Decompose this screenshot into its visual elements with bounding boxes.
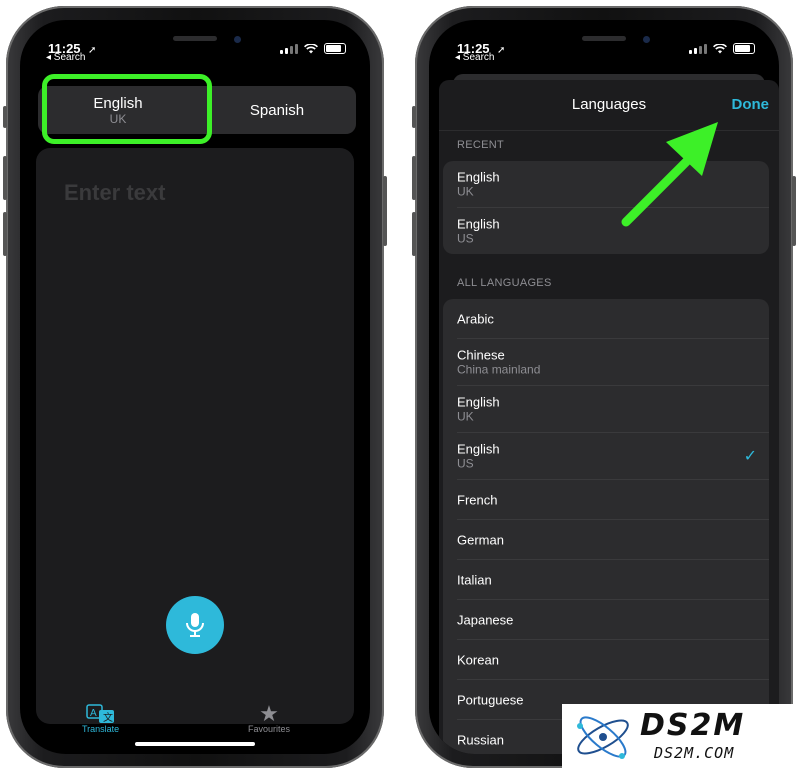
sheet-header: Languages Done bbox=[439, 80, 779, 131]
language-row[interactable]: Arabic bbox=[457, 299, 769, 339]
tab-favourites-label: Favourites bbox=[248, 724, 291, 734]
language-name: Italian bbox=[457, 572, 492, 587]
power-button bbox=[792, 176, 796, 246]
language-name: French bbox=[457, 492, 498, 507]
done-button[interactable]: Done bbox=[732, 96, 770, 113]
language-row[interactable]: Chinese China mainland bbox=[457, 339, 769, 386]
sheet-title: Languages bbox=[571, 96, 647, 113]
volume-up-button bbox=[3, 156, 7, 200]
location-arrow-icon: ➚ bbox=[497, 45, 506, 56]
star-icon: ★ bbox=[259, 701, 279, 726]
tab-translate[interactable]: A 文 Translate bbox=[82, 704, 119, 734]
language-name: Arabic bbox=[457, 311, 494, 326]
atom-logo-icon bbox=[577, 716, 629, 759]
volume-down-button bbox=[412, 212, 416, 256]
language-name: Chinese bbox=[457, 347, 505, 363]
microphone-button[interactable] bbox=[166, 596, 224, 654]
back-to-search-link[interactable]: ◂ Search bbox=[455, 52, 494, 63]
volume-down-button bbox=[3, 212, 7, 256]
status-bar: 11:25 ➚ bbox=[48, 40, 346, 58]
cellular-signal-icon bbox=[689, 44, 707, 54]
tab-translate-label: Translate bbox=[82, 724, 120, 734]
language-name: Korean bbox=[457, 652, 499, 667]
highlight-box-annotation bbox=[42, 74, 212, 144]
language-region: US bbox=[457, 231, 474, 246]
language-region: UK bbox=[457, 184, 474, 199]
wifi-icon bbox=[304, 44, 318, 54]
arrow-annotation bbox=[621, 122, 718, 227]
language-name: German bbox=[457, 532, 504, 547]
language-row[interactable]: English UK bbox=[457, 386, 769, 433]
recent-section-header: RECENT bbox=[457, 139, 505, 151]
watermark-brand: DS2M bbox=[640, 708, 746, 743]
mute-switch bbox=[412, 106, 416, 128]
svg-text:文: 文 bbox=[103, 711, 113, 724]
language-row[interactable]: Korean bbox=[457, 640, 769, 680]
svg-text:A: A bbox=[90, 708, 97, 719]
language-name: English bbox=[457, 169, 500, 185]
language-row[interactable]: Japanese bbox=[457, 600, 769, 640]
language-row[interactable]: German bbox=[457, 520, 769, 560]
all-languages-list: Arabic Chinese China mainland English UK Engl… bbox=[443, 299, 769, 754]
language-row[interactable]: English US ✓ bbox=[457, 433, 769, 480]
language-row[interactable]: French bbox=[457, 480, 769, 520]
screen-translate: 11:25 ➚ ◂ Search English UK Spanish Ente… bbox=[20, 20, 370, 754]
watermark-url: DS2M.COM bbox=[654, 744, 735, 762]
language-name: Japanese bbox=[457, 612, 514, 627]
cellular-signal-icon bbox=[280, 44, 298, 54]
languages-sheet: Languages Done RECENT English UK English US… bbox=[439, 80, 779, 754]
microphone-icon bbox=[186, 613, 204, 637]
language-region: UK bbox=[457, 409, 474, 424]
target-language-name: Spanish bbox=[249, 101, 305, 119]
back-to-search-link[interactable]: ◂ Search bbox=[46, 52, 85, 63]
watermark-logo: DS2M DS2M.COM bbox=[562, 704, 794, 770]
all-languages-section-header: ALL LANGUAGES bbox=[457, 277, 552, 289]
tab-favourites[interactable]: ★ Favourites bbox=[248, 701, 291, 735]
checkmark-icon: ✓ bbox=[743, 448, 757, 465]
volume-up-button bbox=[412, 156, 416, 200]
wifi-icon bbox=[713, 44, 727, 54]
battery-icon bbox=[733, 43, 755, 54]
language-name: English bbox=[457, 441, 500, 457]
language-name: Russian bbox=[457, 732, 504, 747]
phone-frame-left: 11:25 ➚ ◂ Search English UK Spanish Ente… bbox=[3, 6, 387, 768]
mute-switch bbox=[3, 106, 7, 128]
battery-icon bbox=[324, 43, 346, 54]
status-bar: 11:25 ➚ bbox=[457, 40, 755, 58]
language-row[interactable]: Italian bbox=[457, 560, 769, 600]
language-region: US bbox=[457, 456, 474, 471]
location-arrow-icon: ➚ bbox=[88, 45, 97, 56]
language-name: Portuguese bbox=[457, 692, 524, 707]
input-placeholder: Enter text bbox=[64, 180, 166, 205]
target-language-button[interactable]: Spanish bbox=[198, 86, 356, 134]
language-region: China mainland bbox=[457, 362, 541, 377]
translate-icon: A 文 bbox=[85, 704, 114, 724]
language-name: English bbox=[457, 216, 500, 232]
home-indicator[interactable] bbox=[135, 742, 255, 746]
phone-frame-right: 11:25 ➚ ◂ Search Languages Done RECENT E… bbox=[412, 6, 796, 768]
power-button bbox=[383, 176, 387, 246]
language-name: English bbox=[457, 394, 500, 410]
